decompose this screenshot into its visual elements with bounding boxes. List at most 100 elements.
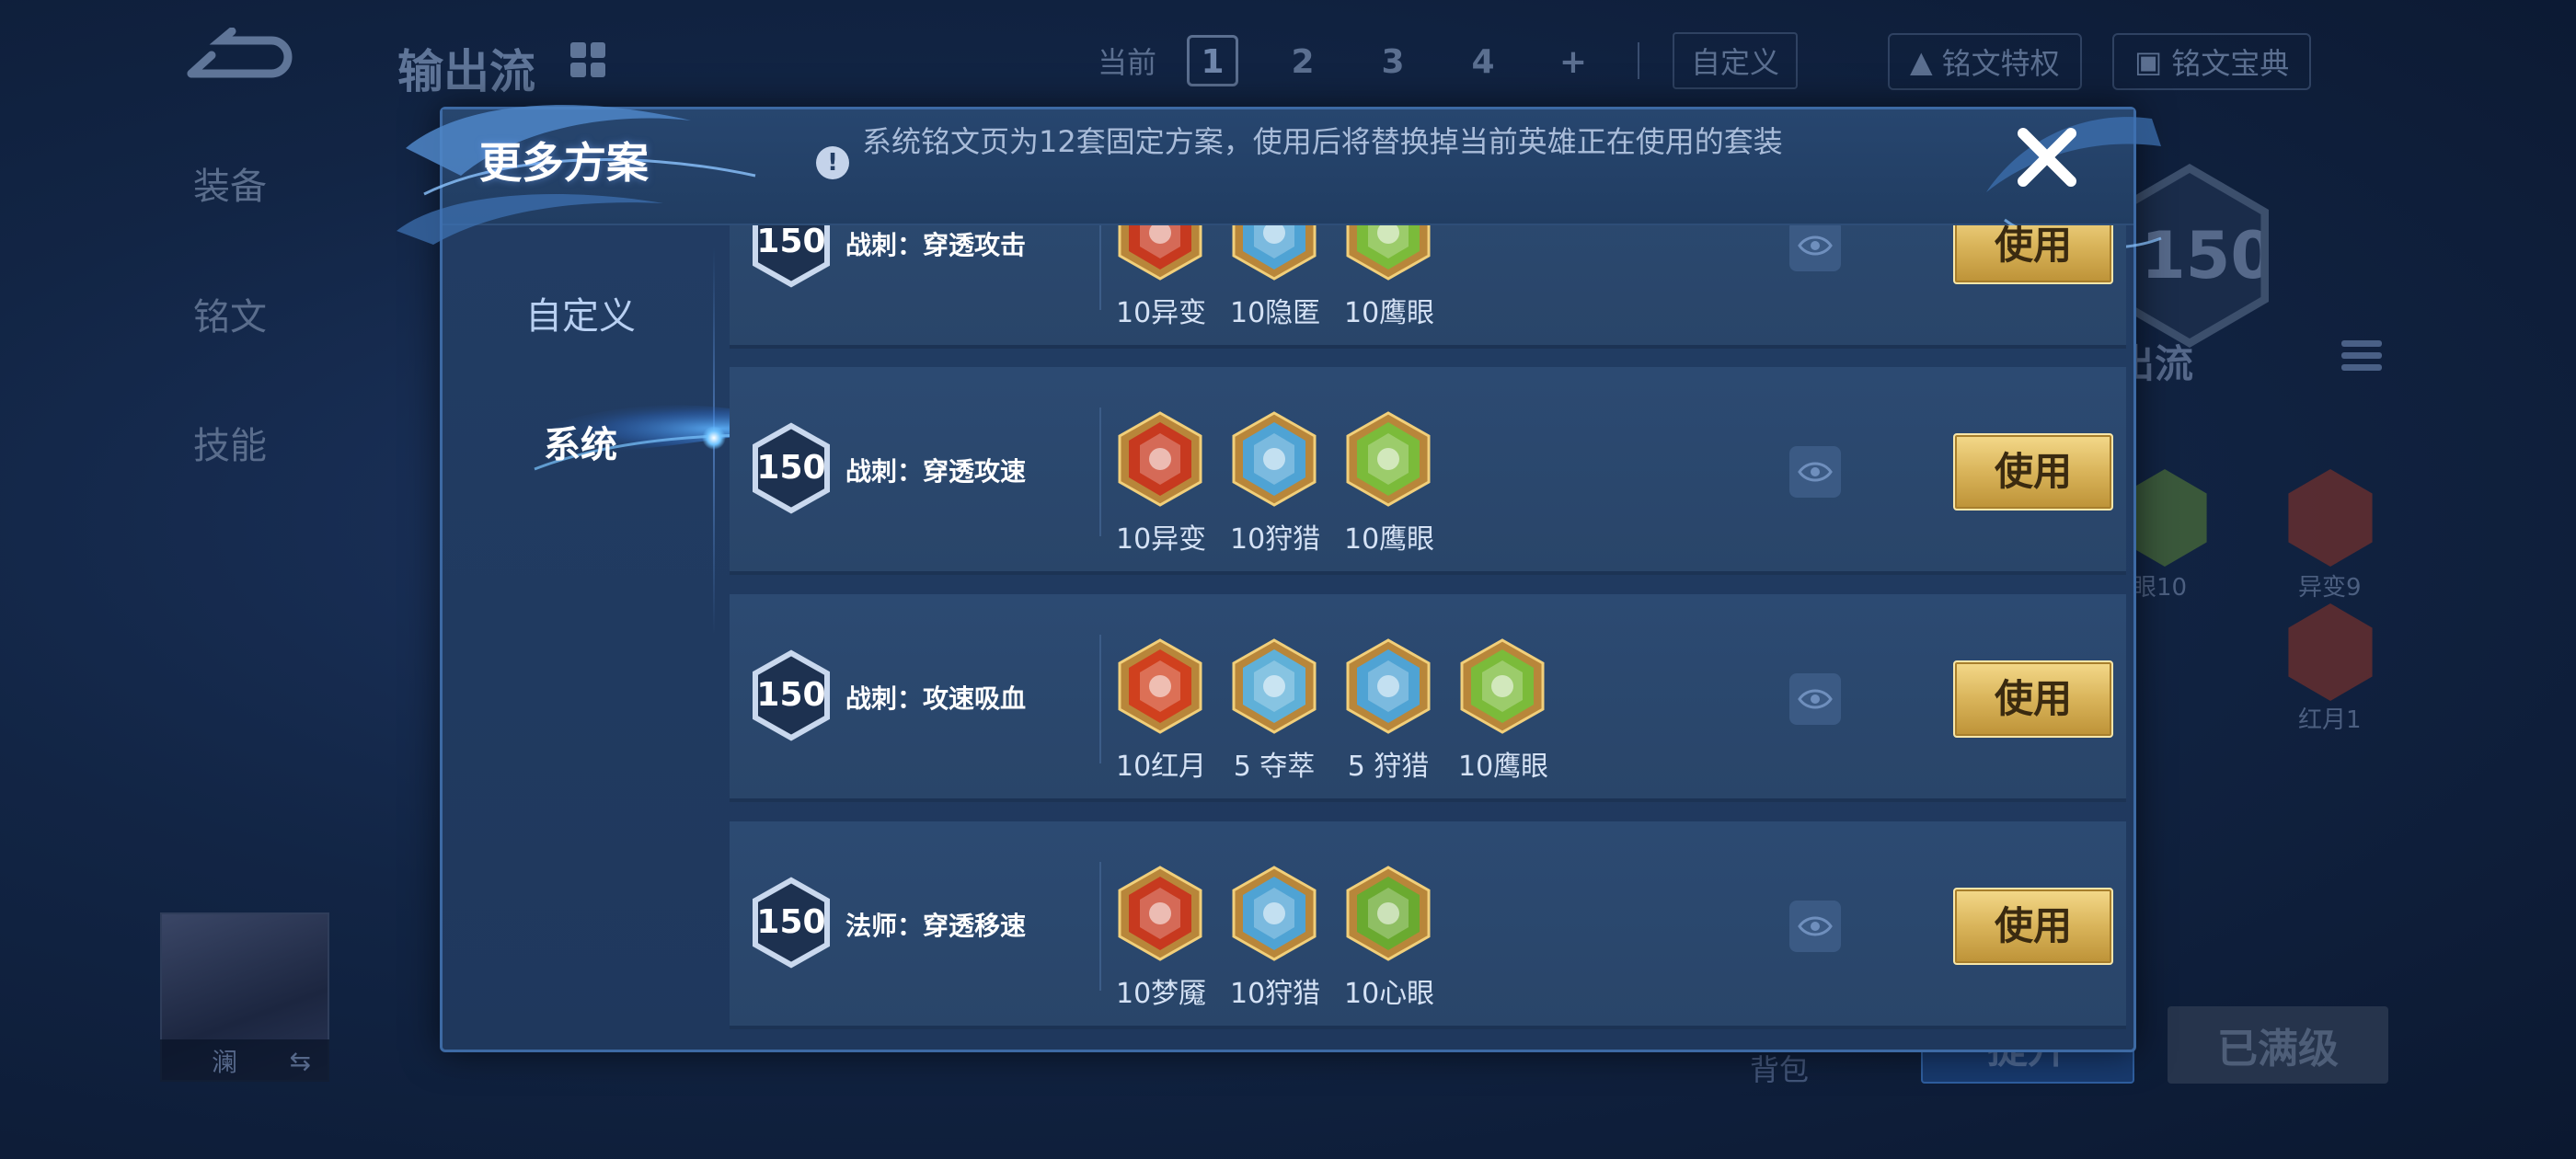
eye-icon [1798, 462, 1833, 482]
rune-item[interactable]: 10异变 [1116, 411, 1206, 557]
rune-item[interactable]: 10鹰眼 [1344, 225, 1435, 330]
use-plan-button[interactable]: 使用 [1953, 225, 2113, 284]
rune-label: 红月1 [2298, 706, 2362, 734]
book-icon: ▲ [1910, 44, 1933, 79]
plan-list[interactable]: 150 战刺：穿透攻击 10异变 10隐匿 10鹰眼 使用 150 战刺：穿透攻速 10异变 10… [730, 225, 2128, 1053]
rune-item[interactable]: 10狩猎 [1230, 411, 1321, 557]
blue-rune-icon [1232, 411, 1317, 507]
plan-slot-2[interactable]: 2 [1277, 35, 1328, 86]
rune-label: 10狩猎 [1230, 523, 1321, 556]
rune-label: 眼10 [2133, 574, 2188, 602]
info-icon: ! [816, 146, 849, 179]
red-rune-icon [2288, 469, 2373, 567]
rune-item[interactable]: 10梦魇 [1116, 866, 1207, 1011]
plan-slot-3[interactable]: 3 [1367, 35, 1419, 86]
rune-item[interactable]: 10红月 [1116, 638, 1207, 784]
plan-row: 150 法师：穿透移速 10梦魇 10狩猎 10心眼 使用 [730, 821, 2126, 1029]
level-value: 150 [756, 225, 826, 260]
use-plan-button[interactable]: 使用 [1953, 888, 2113, 965]
preview-button[interactable] [1789, 673, 1841, 725]
background-title: 输出流 [397, 45, 535, 98]
plan-row: 150 战刺：穿透攻速 10异变 10狩猎 10鹰眼 使用 [730, 367, 2126, 575]
rune-item[interactable]: 10心眼 [1344, 866, 1435, 1011]
eye-icon [1798, 235, 1833, 256]
blue-rune-icon [1232, 225, 1317, 281]
level-value: 150 [756, 676, 826, 714]
plan-name: 法师：穿透移速 [845, 911, 1027, 941]
level-badge: 150 [750, 422, 833, 514]
rune-item[interactable]: 5 狩猎 [1344, 638, 1432, 784]
hero-name-bar[interactable]: 澜 ⇆ [160, 1039, 329, 1082]
rune-item[interactable]: 10鹰眼 [1458, 638, 1549, 784]
hero-name: 澜 [212, 1047, 238, 1077]
rune-label: 异变9 [2298, 574, 2362, 602]
rune-item[interactable]: 10隐匿 [1230, 225, 1320, 330]
green-rune-icon [1346, 225, 1431, 281]
plan-row: 150 战刺：穿透攻击 10异变 10隐匿 10鹰眼 使用 [730, 225, 2126, 349]
close-icon[interactable] [2012, 122, 2082, 192]
rune-label: 10梦魇 [1116, 978, 1207, 1010]
custom-plan-button[interactable]: 自定义 [1673, 32, 1799, 89]
red-rune-icon [1118, 411, 1202, 507]
menu-icon[interactable] [2341, 340, 2382, 381]
grid-icon[interactable] [570, 42, 605, 77]
row-divider [1099, 862, 1101, 991]
swap-icon: ⇆ [289, 1045, 311, 1076]
guide-icon: ▣ [2134, 44, 2163, 79]
rune-item[interactable]: 10鹰眼 [1344, 411, 1434, 557]
red-rune-icon [2288, 603, 2373, 701]
sidebar-item-equipment[interactable]: 装备 [193, 156, 267, 210]
divider [1638, 42, 1639, 79]
rune-label: 10异变 [1116, 297, 1207, 329]
current-label: 当前 [1097, 45, 1156, 80]
sidebar-item-runes[interactable]: 铭文 [193, 287, 267, 340]
dialog-title: 更多方案 [479, 138, 649, 188]
notice-text: 系统铭文页为12套固定方案，使用后将替换掉当前英雄正在使用的套装 [862, 124, 1783, 159]
plan-slot-4[interactable]: 4 [1457, 35, 1509, 86]
preview-button[interactable] [1789, 225, 1841, 271]
level-badge: 150 [750, 225, 833, 288]
rune-set: 10梦魇 10狩猎 10心眼 [1116, 866, 1435, 1011]
red-rune-icon [1118, 638, 1202, 734]
rune-label: 10狩猎 [1230, 978, 1321, 1010]
rune-guide-label: 铭文宝典 [2171, 46, 2290, 81]
rune-item[interactable]: 5 夺萃 [1230, 638, 1318, 784]
blue-rune-icon [1346, 638, 1431, 734]
rune-label: 10红月 [1116, 751, 1207, 783]
tab-custom[interactable]: 自定义 [443, 286, 719, 339]
plan-row: 150 战刺：攻速吸血 10红月 5 夺萃 5 狩猎 10鹰眼 使用 [730, 594, 2126, 802]
rune-guide-button[interactable]: ▣ 铭文宝典 [2112, 33, 2312, 90]
blue-rune-icon [1232, 866, 1317, 961]
level-badge: 150 [750, 649, 833, 741]
back-arrow-icon[interactable] [184, 28, 294, 92]
blue-rune-icon [1232, 638, 1317, 734]
rune-item[interactable]: 10异变 [1116, 225, 1207, 330]
preview-button[interactable] [1789, 901, 1841, 952]
green-rune-icon [1346, 411, 1431, 507]
row-divider [1099, 635, 1101, 763]
rune-set: 10红月 5 夺萃 5 狩猎 10鹰眼 [1116, 638, 1549, 784]
eye-icon [1798, 916, 1833, 936]
rune-label: 10鹰眼 [1344, 297, 1435, 329]
tab-system[interactable]: 系统 [443, 415, 719, 468]
add-plan-button[interactable]: + [1547, 35, 1599, 86]
preview-button[interactable] [1789, 446, 1841, 498]
plan-name: 战刺：穿透攻速 [845, 456, 1027, 487]
plan-name: 战刺：穿透攻击 [845, 230, 1027, 260]
rune-label: 10鹰眼 [1458, 751, 1549, 783]
use-plan-button[interactable]: 使用 [1953, 660, 2113, 738]
green-rune-icon [1346, 866, 1431, 961]
rune-item[interactable]: 10狩猎 [1230, 866, 1321, 1011]
plan-name: 战刺：攻速吸血 [845, 683, 1027, 714]
background-plan-tabs: 当前 1 2 3 4 + 自定义 [1067, 32, 1799, 89]
level-value: 150 [756, 449, 826, 487]
plan-slot-1[interactable]: 1 [1187, 35, 1238, 86]
rune-set: 10异变 10隐匿 10鹰眼 [1116, 225, 1435, 330]
level-badge: 150 [750, 877, 833, 969]
rune-label: 10心眼 [1344, 978, 1435, 1010]
eye-icon [1798, 689, 1833, 709]
sidebar-item-skills[interactable]: 技能 [193, 416, 267, 469]
use-plan-button[interactable]: 使用 [1953, 433, 2113, 511]
rune-label: 5 狩猎 [1347, 751, 1430, 783]
rune-privilege-button[interactable]: ▲ 铭文特权 [1888, 33, 2082, 90]
